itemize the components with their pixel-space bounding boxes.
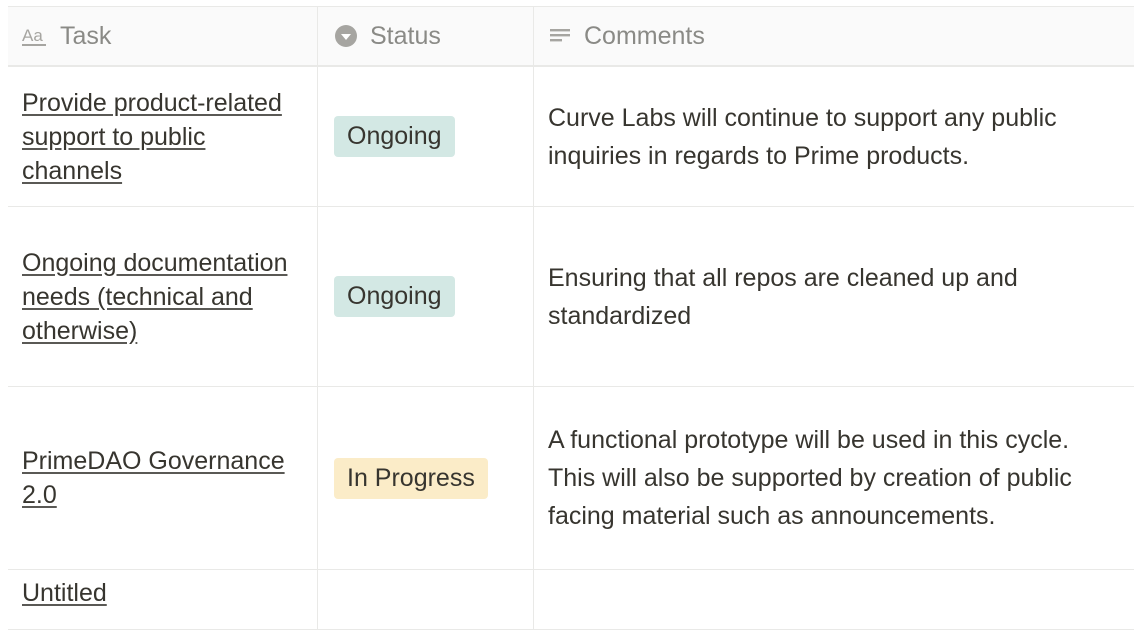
task-link[interactable]: Ongoing documentation needs (technical a… — [22, 246, 303, 348]
task-link[interactable]: Untitled — [22, 576, 107, 610]
column-header-label: Status — [370, 21, 441, 50]
comment-cell[interactable]: A functional prototype will be used in t… — [534, 387, 1134, 569]
task-link[interactable]: PrimeDAO Governance 2.0 — [22, 444, 303, 512]
column-header-label: Task — [60, 21, 112, 50]
database-table: Aa Task Status Comments Provide product-… — [8, 6, 1134, 630]
status-badge: In Progress — [334, 457, 488, 499]
status-cell[interactable]: Ongoing — [318, 207, 534, 386]
table-row: Untitled — [8, 570, 1134, 630]
column-header-task[interactable]: Aa Task — [8, 7, 318, 65]
status-badge: Ongoing — [334, 116, 455, 157]
status-cell[interactable] — [318, 570, 534, 629]
column-header-label: Comments — [584, 21, 705, 50]
comment-text: Ensuring that all repos are cleaned up a… — [548, 263, 1018, 330]
table-row: Ongoing documentation needs (technical a… — [8, 207, 1134, 387]
column-header-status[interactable]: Status — [318, 7, 534, 65]
select-dropdown-icon — [334, 24, 358, 48]
status-cell[interactable]: In Progress — [318, 387, 534, 569]
comment-cell[interactable] — [534, 570, 1134, 629]
comment-text: A functional prototype will be used in t… — [548, 426, 1072, 530]
svg-text:Aa: Aa — [22, 26, 43, 45]
comment-cell[interactable]: Curve Labs will continue to support any … — [534, 67, 1134, 206]
comment-text: Curve Labs will continue to support any … — [548, 103, 1057, 170]
task-cell: Untitled — [8, 570, 318, 629]
task-cell: PrimeDAO Governance 2.0 — [8, 387, 318, 569]
text-aa-icon: Aa — [22, 25, 48, 47]
table-row: PrimeDAO Governance 2.0 In Progress A fu… — [8, 387, 1134, 570]
text-lines-icon — [548, 26, 572, 46]
column-header-comments[interactable]: Comments — [534, 7, 1134, 65]
comment-cell[interactable]: Ensuring that all repos are cleaned up a… — [534, 207, 1134, 386]
task-link[interactable]: Provide product-related support to publi… — [22, 86, 303, 188]
table-header-row: Aa Task Status Comments — [8, 7, 1134, 67]
table-row: Provide product-related support to publi… — [8, 67, 1134, 207]
task-cell: Provide product-related support to publi… — [8, 67, 318, 206]
status-cell[interactable]: Ongoing — [318, 67, 534, 206]
task-cell: Ongoing documentation needs (technical a… — [8, 207, 318, 386]
status-badge: Ongoing — [334, 276, 455, 317]
